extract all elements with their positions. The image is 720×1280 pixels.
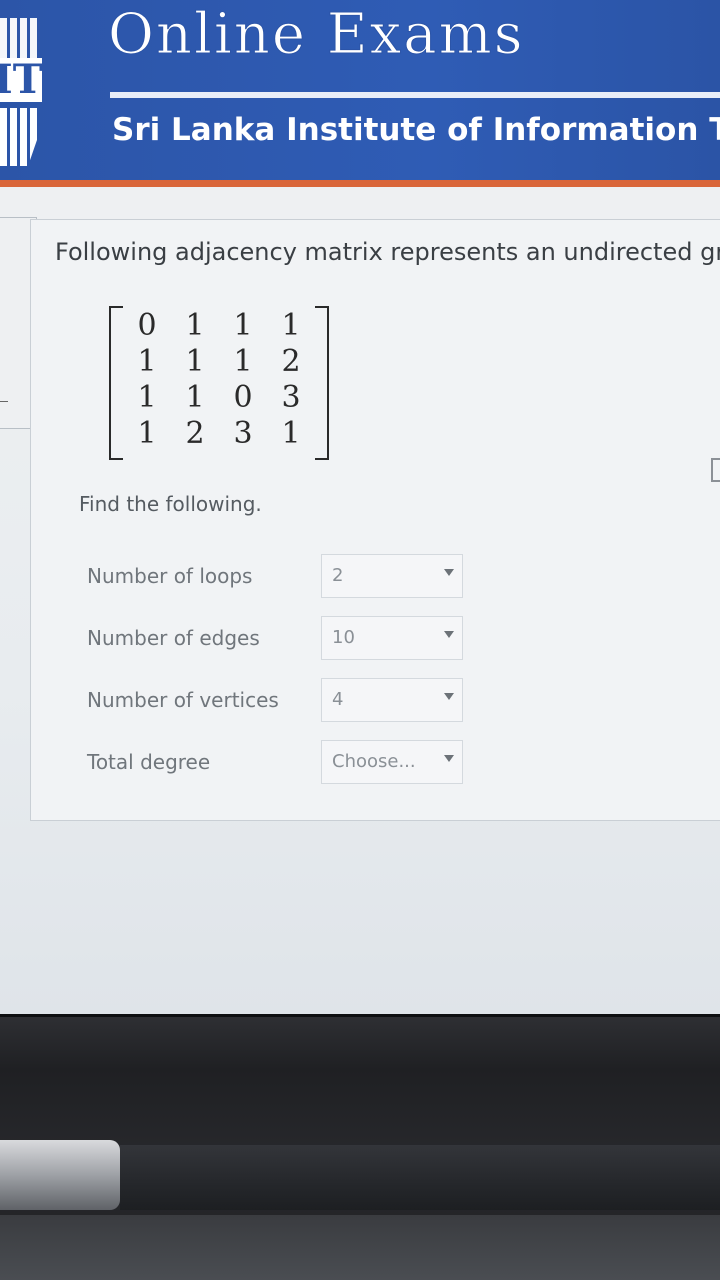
- loops-select[interactable]: 2: [321, 554, 463, 598]
- field-row-vertices: Number of vertices 4: [71, 678, 491, 722]
- laptop-hinge-bar: [120, 1145, 720, 1210]
- field-row-loops: Number of loops 2: [71, 554, 491, 598]
- logo-grid-bottom: [0, 108, 40, 166]
- title-divider: [110, 92, 720, 98]
- desk-surface: [0, 1215, 720, 1280]
- caret-down-icon: [444, 569, 454, 576]
- matrix-row: 1 2 3 1: [123, 416, 315, 452]
- matrix-cell: 1: [185, 380, 205, 415]
- matrix-cell: 1: [137, 380, 157, 415]
- matrix-cell: 1: [185, 344, 205, 379]
- matrix-cell: 0: [137, 308, 157, 343]
- matrix-cell: 1: [137, 416, 157, 451]
- caret-down-icon: [444, 755, 454, 762]
- field-label: Number of loops: [87, 564, 253, 588]
- institute-logo: IT: [0, 18, 42, 168]
- field-label: Total degree: [87, 750, 211, 774]
- matrix-cell: 1: [233, 344, 253, 379]
- field-label: Number of edges: [87, 626, 260, 650]
- select-value: 10: [332, 627, 355, 648]
- matrix-cell: 3: [233, 416, 253, 451]
- laptop-hinge: [0, 1140, 120, 1210]
- select-value: 2: [332, 565, 344, 586]
- institute-name: Sri Lanka Institute of Information Tech: [112, 112, 720, 148]
- edges-select[interactable]: 10: [321, 616, 463, 660]
- instruction-text: Find the following.: [79, 492, 262, 516]
- matrix-row: 1 1 0 3: [123, 380, 315, 416]
- caret-down-icon: [444, 631, 454, 638]
- nav-marker: [0, 401, 8, 402]
- matrix-cell: 2: [281, 344, 301, 379]
- matrix-cell: 3: [281, 380, 301, 415]
- caret-down-icon: [444, 693, 454, 700]
- question-box: Following adjacency matrix represents an…: [30, 219, 720, 821]
- matrix-cell: 1: [281, 308, 301, 343]
- site-header: IT Online Exams Sri Lanka Institute of I…: [0, 0, 720, 184]
- question-text: Following adjacency matrix represents an…: [55, 238, 720, 266]
- header-accent-rule: [0, 180, 720, 187]
- matrix-row: 0 1 1 1: [123, 308, 315, 344]
- matrix-row: 1 1 1 2: [123, 344, 315, 380]
- field-row-total-degree: Total degree Choose...: [71, 740, 491, 784]
- select-value: Choose...: [332, 751, 416, 772]
- logo-grid-top: [0, 18, 40, 62]
- matrix-cell: 0: [233, 380, 253, 415]
- matrix-right-bracket: [315, 306, 329, 460]
- select-value: 4: [332, 689, 344, 710]
- vertices-select[interactable]: 4: [321, 678, 463, 722]
- adjacency-matrix: 0 1 1 1 1 1 1 2 1 1 0 3 1 2 3 1: [109, 306, 329, 460]
- field-row-edges: Number of edges 10: [71, 616, 491, 660]
- matrix-cell: 2: [185, 416, 205, 451]
- matrix-cell: 1: [281, 416, 301, 451]
- site-title: Online Exams: [108, 2, 525, 68]
- matrix-cell: 1: [137, 344, 157, 379]
- matrix-cell: 1: [185, 308, 205, 343]
- matrix-cell: 1: [233, 308, 253, 343]
- field-label: Number of vertices: [87, 688, 279, 712]
- flag-question-icon[interactable]: [711, 458, 720, 482]
- main-content: Following adjacency matrix represents an…: [0, 187, 720, 1017]
- logo-letters: IT: [0, 58, 42, 102]
- matrix-left-bracket: [109, 306, 123, 460]
- total-degree-select[interactable]: Choose...: [321, 740, 463, 784]
